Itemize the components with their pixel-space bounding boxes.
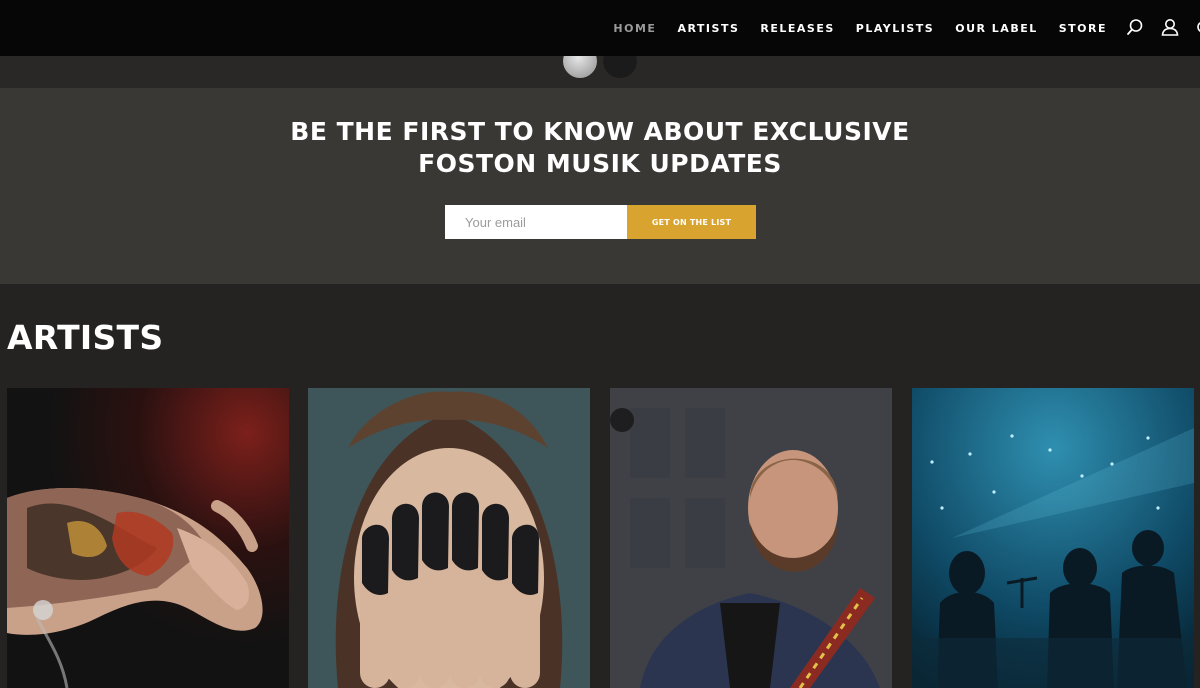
- newsletter-title-line-2: FOSTON MUSIK UPDATES: [418, 149, 782, 178]
- artist-card-3[interactable]: [610, 388, 892, 688]
- slider-pagination: [0, 44, 1200, 88]
- main-nav: HOME ARTISTS RELEASES PLAYLISTS OUR LABE…: [592, 0, 1107, 56]
- get-on-the-list-button[interactable]: GET ON THE LIST: [627, 205, 756, 239]
- newsletter-section: BE THE FIRST TO KNOW ABOUT EXCLUSIVE FOS…: [0, 88, 1200, 284]
- newsletter-title: BE THE FIRST TO KNOW ABOUT EXCLUSIVE FOS…: [0, 116, 1200, 180]
- band-on-stage-photo: [912, 388, 1194, 688]
- nav-item-our-label[interactable]: OUR LABEL: [955, 22, 1038, 35]
- nav-item-home[interactable]: HOME: [613, 22, 656, 35]
- top-navbar: t HOME ARTISTS RELEASES PLAYLISTS OUR LA…: [0, 0, 1200, 56]
- tattooed-hand-photo: [7, 388, 289, 688]
- bearded-guitarist-photo: [610, 388, 892, 688]
- covered-face-photo: [308, 388, 590, 688]
- nav-item-store[interactable]: STORE: [1059, 22, 1107, 35]
- newsletter-title-line-1: BE THE FIRST TO KNOW ABOUT EXCLUSIVE: [290, 117, 910, 146]
- nav-item-playlists[interactable]: PLAYLISTS: [856, 22, 934, 35]
- artist-card-1[interactable]: [7, 388, 289, 688]
- email-input[interactable]: [445, 205, 627, 239]
- nav-item-releases[interactable]: RELEASES: [760, 22, 834, 35]
- cart-icon[interactable]: [1195, 20, 1200, 32]
- search-icon[interactable]: [1126, 18, 1144, 36]
- user-icon[interactable]: [1161, 18, 1179, 36]
- artist-card-4[interactable]: [912, 388, 1194, 688]
- artists-heading: ARTISTS: [7, 318, 164, 357]
- artist-card-2[interactable]: [308, 388, 590, 688]
- artists-section: ARTISTS: [0, 284, 1200, 688]
- nav-item-artists[interactable]: ARTISTS: [677, 22, 739, 35]
